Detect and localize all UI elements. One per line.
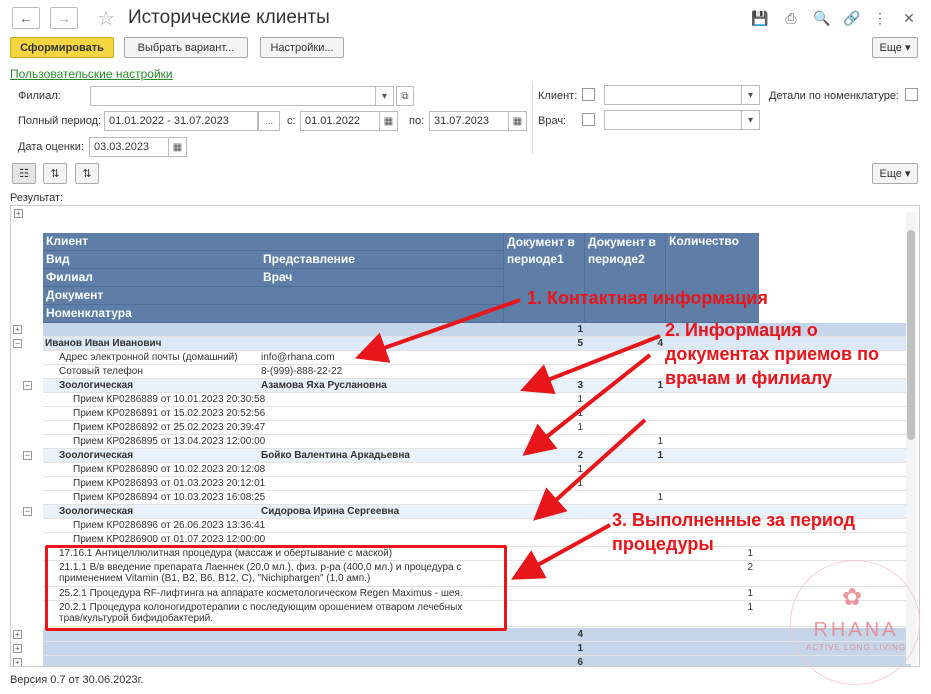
- annotation-procedures: 3. Выполненные за период процедуры: [612, 510, 856, 554]
- rhana-logo: ✿ RHANA ACTIVE LONG LIVING: [790, 560, 920, 685]
- logo-tagline: ACTIVE LONG LIVING: [805, 643, 907, 652]
- flower-icon: ✿: [842, 584, 863, 611]
- annotation-documents: 2. Информация о документах приемов по вр…: [665, 320, 879, 388]
- annotation-contact: 1. Контактная информация: [527, 288, 768, 308]
- logo-brand: RHANA: [813, 619, 899, 641]
- version-text: Версия 0.7 от 30.06.2023г.: [10, 674, 144, 686]
